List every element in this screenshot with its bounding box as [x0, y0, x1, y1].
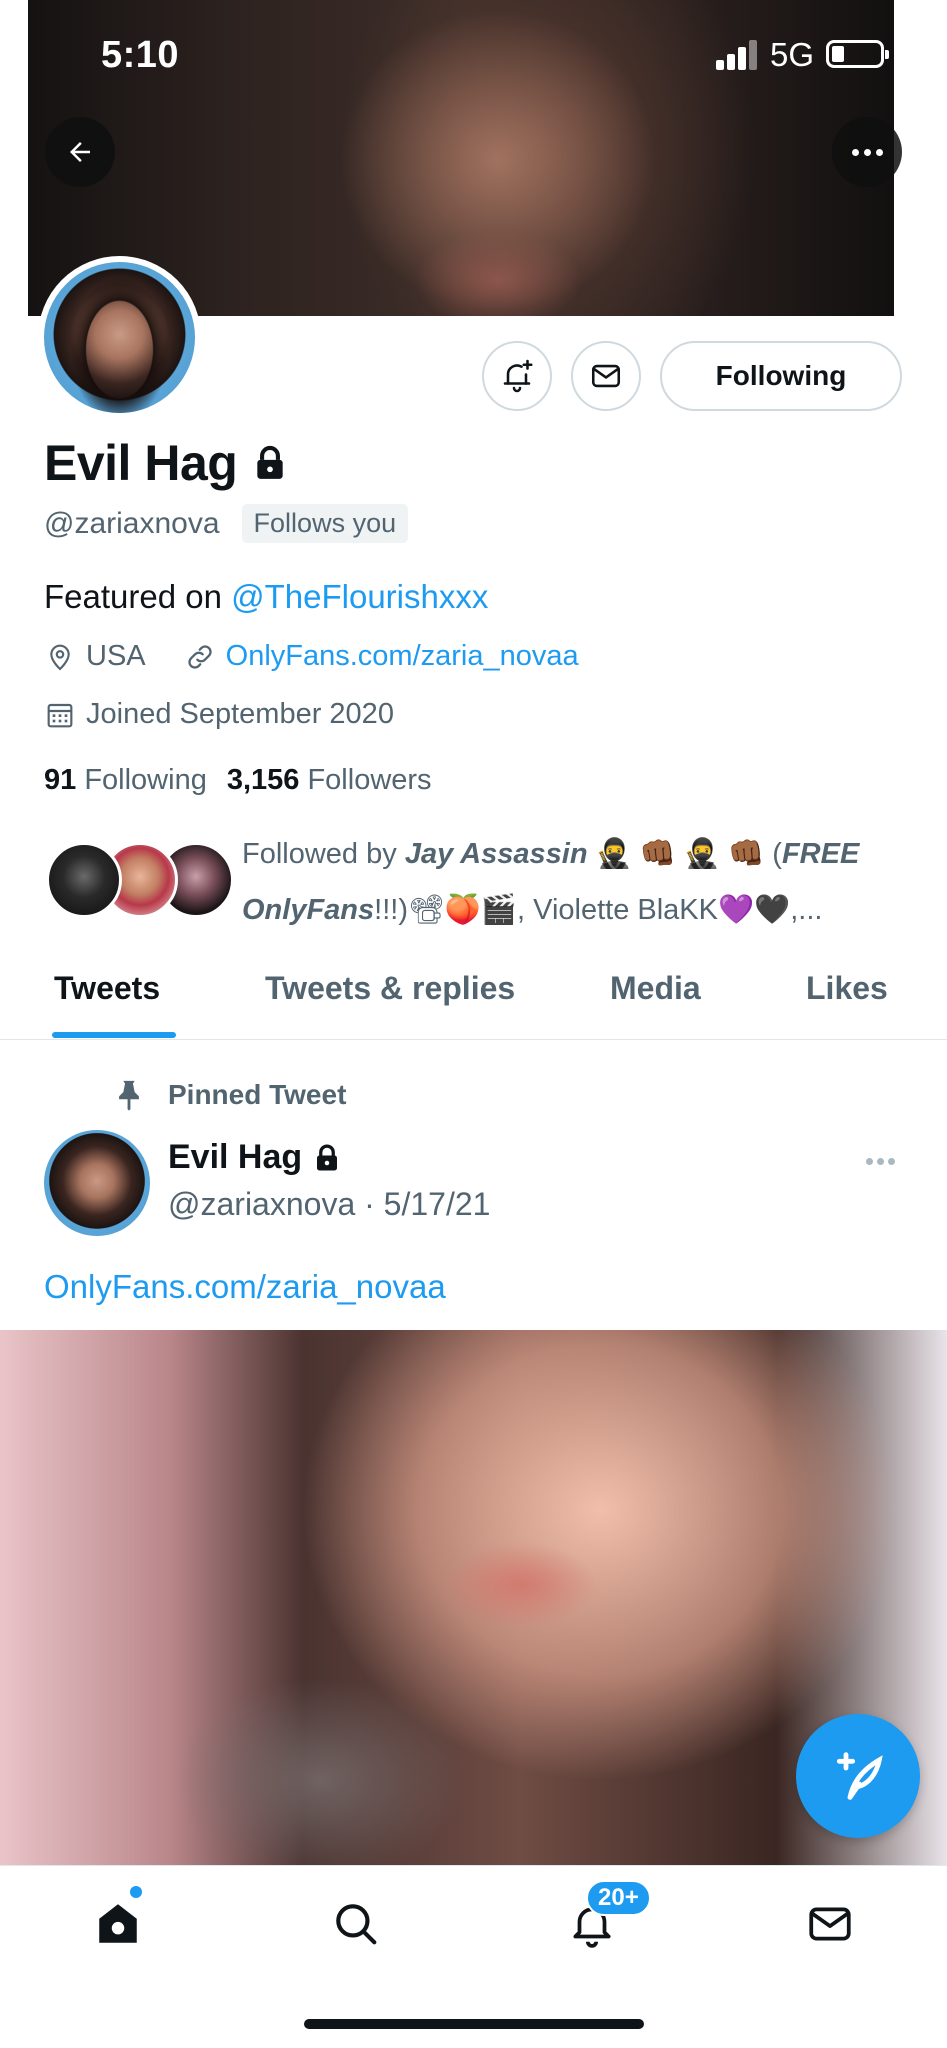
followed-by-name: Jay Assassin — [404, 838, 588, 870]
profile-avatar[interactable] — [38, 256, 201, 419]
search-icon — [336, 1904, 377, 1945]
followers-count: 3,156 — [226, 764, 300, 796]
nav-search[interactable] — [326, 1894, 386, 1954]
status-bar: 5:10 5G — [0, 0, 947, 110]
followed-by-prefix: Followed by — [242, 838, 405, 870]
location-text: USA — [86, 640, 146, 672]
pin-icon — [119, 1080, 139, 1111]
status-time: 5:10 — [101, 34, 180, 76]
following-stat[interactable]: 91 Following — [44, 764, 207, 797]
nav-messages[interactable] — [800, 1894, 860, 1954]
following-count: 91 — [44, 764, 77, 796]
tweet-meta: @zariaxnova · 5/17/21 — [168, 1186, 490, 1223]
envelope-icon — [591, 364, 621, 388]
profile-bio: Featured on @TheFlourishxxx — [44, 578, 488, 616]
home-indicator-bar — [304, 2019, 644, 2029]
tweet-author-name[interactable]: Evil Hag — [168, 1138, 302, 1177]
followed-by-onlyfans: OnlyFans — [242, 894, 375, 926]
follow-stats: 91 Following 3,156 Followers — [44, 764, 432, 797]
pinned-label: Pinned Tweet — [168, 1079, 347, 1110]
notifications-toggle-button[interactable] — [482, 341, 552, 411]
tab-tweets[interactable]: Tweets — [54, 970, 160, 1007]
compose-tweet-button[interactable] — [796, 1714, 920, 1838]
followed-by-rest: !!!)📽🍑🎬, Violette BlaKK💜🖤,... — [374, 894, 823, 926]
profile-tabs: Tweets Tweets & replies Media Likes — [0, 960, 947, 1040]
back-button[interactable] — [45, 117, 115, 187]
location-website-row: USA OnlyFans.com/zaria_novaa — [44, 640, 579, 673]
tweet-author-avatar[interactable] — [44, 1130, 150, 1236]
bio-text: Featured on — [44, 578, 232, 615]
followed-by-emoji: 🥷 👊🏾 🥷 👊🏾 ( — [587, 838, 782, 870]
profile-name-row: Evil Hag — [44, 434, 289, 492]
message-button[interactable] — [571, 341, 641, 411]
envelope-icon — [809, 1907, 851, 1941]
home-new-indicator — [130, 1886, 142, 1898]
followers-label: Followers — [307, 764, 432, 796]
followed-by-section[interactable]: Followed by Jay Assassin 🥷 👊🏾 🥷 👊🏾 (FREE… — [46, 826, 916, 936]
link-icon — [188, 644, 212, 669]
joined-text: Joined September 2020 — [86, 698, 394, 730]
tweet-author-row: Evil Hag — [168, 1138, 342, 1177]
tab-likes[interactable]: Likes — [806, 970, 888, 1007]
display-name: Evil Hag — [44, 435, 238, 491]
website-link[interactable]: OnlyFans.com/zaria_novaa — [226, 640, 579, 673]
battery-icon — [826, 40, 889, 68]
calendar-icon — [47, 703, 73, 727]
tweet-author-handle: @zariaxnova — [168, 1186, 356, 1222]
more-options-button[interactable] — [832, 117, 902, 187]
lock-icon — [317, 1144, 338, 1170]
tab-tweets-replies[interactable]: Tweets & replies — [265, 970, 515, 1007]
home-icon — [99, 1904, 137, 1943]
follower-avatar — [46, 842, 122, 918]
network-type: 5G — [770, 36, 815, 73]
profile-handle: @zariaxnova — [44, 506, 220, 540]
followed-by-text: Followed by Jay Assassin 🥷 👊🏾 🥷 👊🏾 (FREE… — [242, 826, 932, 938]
nav-home[interactable] — [88, 1894, 148, 1954]
compose-feather-icon — [836, 1752, 883, 1800]
tab-media[interactable]: Media — [610, 970, 701, 1007]
pinned-tweet-header: Pinned Tweet — [112, 1078, 346, 1112]
following-label: Following — [84, 764, 207, 796]
more-icon — [851, 148, 883, 156]
arrow-left-icon — [70, 142, 90, 162]
handle-row: @zariaxnova Follows you — [44, 504, 409, 543]
bell-plus-icon — [503, 359, 533, 393]
followed-by-free: FREE — [781, 838, 860, 870]
active-tab-indicator — [52, 1032, 176, 1038]
follows-you-badge: Follows you — [241, 504, 409, 543]
followers-stat[interactable]: 3,156 Followers — [227, 764, 432, 797]
location-pin-icon — [50, 644, 70, 670]
notification-badge: 20+ — [586, 1880, 651, 1916]
following-button[interactable]: Following — [660, 341, 902, 411]
tweet-separator: · — [355, 1186, 384, 1222]
tweet-date[interactable]: 5/17/21 — [384, 1186, 491, 1222]
signal-icon — [716, 40, 760, 70]
tweet-link[interactable]: OnlyFans.com/zaria_novaa — [44, 1268, 446, 1306]
joined-row: Joined September 2020 — [44, 698, 394, 731]
bio-mention-link[interactable]: @TheFlourishxxx — [231, 578, 488, 615]
tweet-more-button[interactable] — [866, 1158, 895, 1165]
lock-icon — [257, 445, 283, 479]
